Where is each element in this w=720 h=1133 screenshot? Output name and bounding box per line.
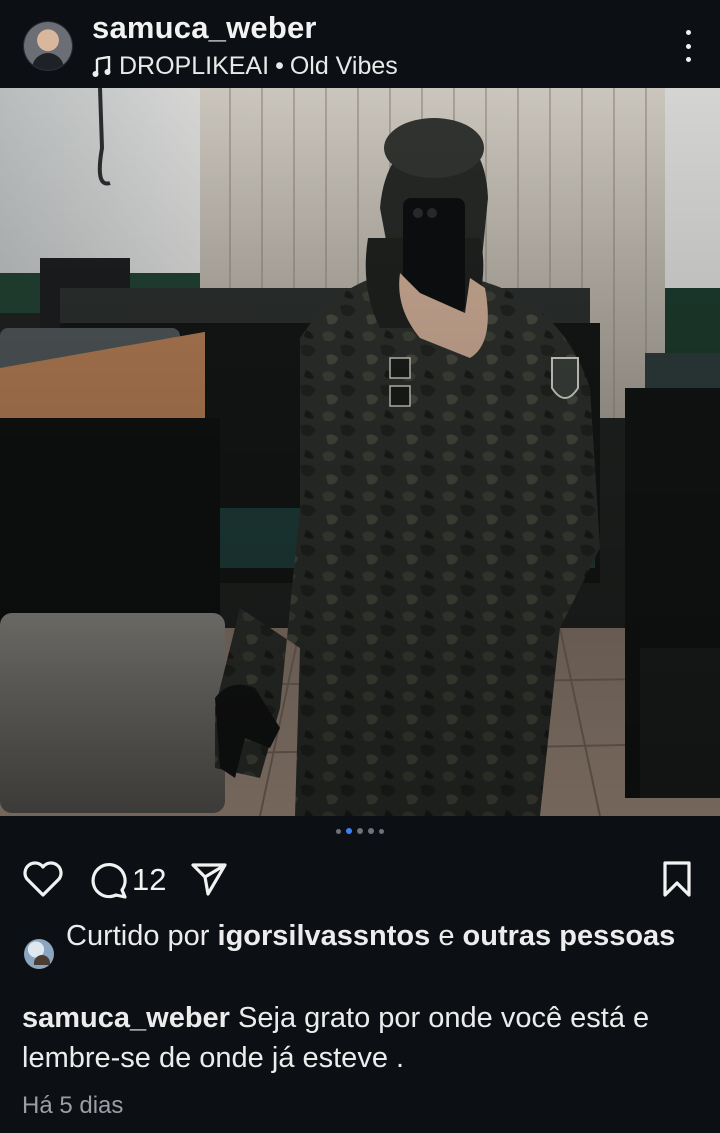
avatar[interactable] [24,22,72,70]
heart-icon[interactable] [22,860,64,898]
music-separator: • [275,52,284,80]
carousel-dot-active [346,828,352,834]
photo-illustration [0,88,720,816]
music-row[interactable]: DROPLIKEAI • Old Vibes [92,52,398,81]
music-artist: DROPLIKEAI [119,52,270,80]
carousel-indicator [0,828,720,836]
likes-prefix: Curtido por [66,920,210,952]
post-image[interactable] [0,88,720,816]
post: samuca_weber DROPLIKEAI • Old Vibes 12 C… [0,0,720,1133]
comment-icon[interactable] [88,860,128,900]
caption: samuca_weber Seja grato por onde você es… [22,998,702,1078]
carousel-dot [379,829,384,834]
share-icon[interactable] [190,860,228,898]
likes-others[interactable]: outras pessoas [463,920,676,952]
carousel-dot [357,828,363,834]
username[interactable]: samuca_weber [92,10,317,46]
caption-username[interactable]: samuca_weber [22,1002,230,1034]
liker-avatar [24,939,54,969]
bookmark-icon[interactable] [662,860,692,898]
music-note-icon [92,55,111,77]
carousel-dot [336,829,341,834]
post-header: samuca_weber DROPLIKEAI • Old Vibes [0,0,720,88]
action-bar: 12 [0,850,720,910]
likes-conjunction: e [438,920,455,952]
likes-text: Curtido por igorsilvassntos e outras pes… [66,917,686,956]
carousel-dot [368,828,374,834]
more-options-icon[interactable] [682,30,694,62]
comment-count[interactable]: 12 [132,862,166,898]
music-track: Old Vibes [289,52,398,80]
post-timestamp: Há 5 dias [22,1092,124,1119]
liker-username[interactable]: igorsilvassntos [218,920,431,952]
